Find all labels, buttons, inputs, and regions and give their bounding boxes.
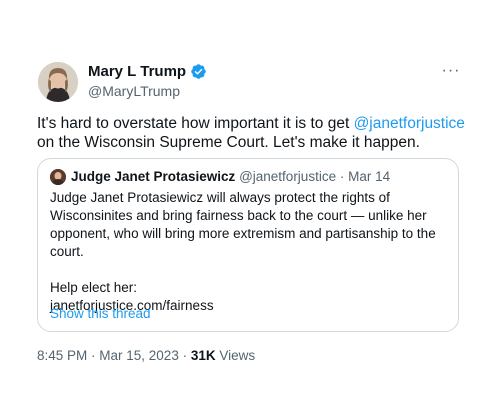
mention-link[interactable]: @janetforjustice [354, 115, 465, 132]
tweet-text: It's hard to overstate how important it … [37, 114, 467, 152]
author-name[interactable]: Mary L Trump [88, 63, 207, 80]
author-handle[interactable]: @MaryLTrump [88, 83, 180, 99]
quoted-paragraph-gap [50, 261, 450, 279]
quoted-text: Judge Janet Protasiewicz will always pro… [50, 189, 450, 315]
tweet-text-before: It's hard to overstate how important it … [37, 115, 354, 132]
quoted-tweet[interactable]: Judge Janet Protasiewicz @janetforjustic… [37, 158, 459, 332]
posted-time[interactable]: 8:45 PM · Mar 15, 2023 · [37, 348, 191, 363]
tweet-card: Mary L Trump @MaryLTrump ··· It's hard t… [0, 0, 504, 405]
more-options-icon[interactable]: ··· [440, 63, 462, 80]
quoted-author-handle[interactable]: @janetforjustice [239, 169, 336, 184]
quoted-date[interactable]: Mar 14 [348, 169, 390, 184]
author-name-text: Mary L Trump [88, 63, 187, 80]
quoted-text-line: Judge Janet Protasiewicz will always pro… [50, 190, 390, 205]
quoted-author-name[interactable]: Judge Janet Protasiewicz [71, 169, 235, 184]
tweet-timestamp: 8:45 PM · Mar 15, 2023 · 31K Views [37, 348, 255, 363]
show-thread-link[interactable]: Show this thread [50, 306, 151, 321]
author-avatar[interactable] [38, 62, 78, 102]
quoted-text-line: opponent, who will bring more extremism … [50, 226, 436, 241]
verified-badge-icon [191, 64, 206, 79]
tweet-text-after: on the Wisconsin Supreme Court. Let's ma… [37, 134, 420, 151]
views-count: 31K [190, 348, 216, 363]
views-label: Views [215, 348, 256, 363]
quoted-author-avatar [50, 169, 66, 185]
quoted-separator: · [336, 169, 349, 184]
quoted-help-line: Help elect her: [50, 280, 138, 295]
quoted-avatar-image [50, 169, 66, 185]
quoted-text-line: Wisconsinites and bring fairness back to… [50, 208, 427, 223]
avatar-image [38, 62, 78, 102]
quoted-text-line: court. [50, 244, 84, 259]
quoted-header: Judge Janet Protasiewicz @janetforjustic… [71, 169, 390, 184]
